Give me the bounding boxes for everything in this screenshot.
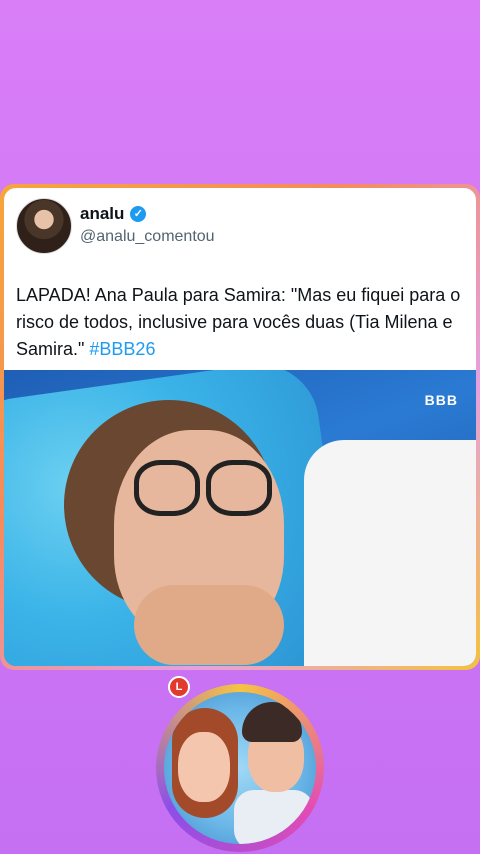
hand-shape: [134, 585, 284, 665]
name-row: analu ✓: [80, 204, 147, 224]
tweet-photo[interactable]: BBB: [4, 370, 476, 666]
glasses-lens-right: [206, 460, 272, 516]
live-badge-icon: L: [168, 676, 190, 698]
broadcast-logo: BBB: [424, 392, 458, 408]
woman-face-shape: [178, 732, 230, 802]
glasses-lens-left: [134, 460, 200, 516]
man-hair-shape: [242, 702, 302, 742]
tweet-body: LAPADA! Ana Paula para Samira: "Mas eu f…: [16, 285, 461, 359]
man-shirt-shape: [234, 790, 314, 844]
tweet-card[interactable]: analu ✓ @analu_comentou LAPADA! Ana Paul…: [4, 188, 476, 666]
verified-icon: ✓: [130, 206, 147, 222]
hashtag-link[interactable]: #BBB26: [89, 339, 155, 359]
display-name[interactable]: analu: [80, 204, 124, 224]
glasses-shape: [134, 460, 274, 520]
user-handle[interactable]: @analu_comentou: [80, 228, 215, 246]
avatar[interactable]: [16, 198, 72, 254]
channel-logo[interactable]: [156, 684, 324, 852]
tweet-text: LAPADA! Ana Paula para Samira: "Mas eu f…: [16, 282, 476, 363]
shirt-shape: [304, 440, 476, 666]
channel-logo-illustration: [164, 692, 316, 844]
tweet-header: analu ✓ @analu_comentou: [16, 198, 456, 254]
